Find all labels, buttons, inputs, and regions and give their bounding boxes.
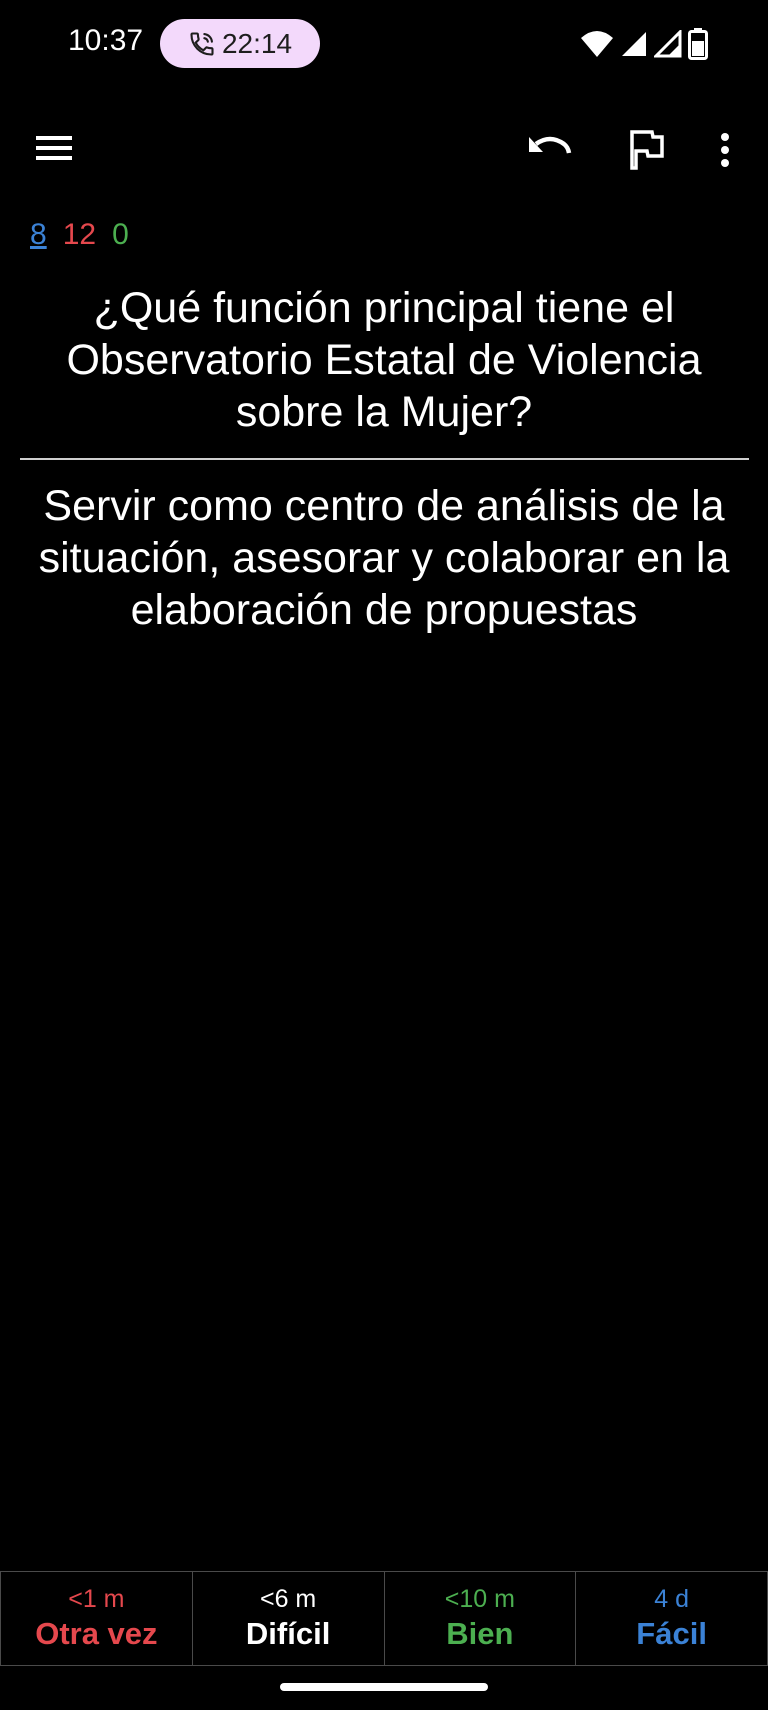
good-button[interactable]: <10 m Bien [383, 1572, 576, 1665]
toolbar [0, 110, 768, 186]
good-interval: <10 m [444, 1584, 515, 1613]
ongoing-call-chip[interactable]: 22:14 [160, 19, 320, 68]
signal-icon [622, 32, 646, 56]
signal-icon [654, 30, 682, 58]
again-interval: <1 m [68, 1584, 125, 1613]
hard-button[interactable]: <6 m Difícil [191, 1572, 384, 1665]
card-answer: Servir como centro de análisis de la sit… [38, 482, 730, 634]
card-counts: 8 12 0 [30, 218, 129, 252]
status-icons [580, 28, 708, 60]
menu-icon [36, 136, 72, 160]
battery-icon [688, 28, 708, 60]
review-count: 0 [112, 218, 129, 251]
question-answer-divider [20, 458, 749, 460]
easy-interval: 4 d [654, 1584, 689, 1613]
undo-button[interactable] [524, 126, 574, 170]
learning-count: 12 [62, 218, 97, 251]
status-bar: 10:37 22:14 [0, 0, 768, 90]
answer-buttons-bar: <1 m Otra vez <6 m Difícil <10 m Bien 4 … [0, 1571, 768, 1666]
again-label: Otra vez [35, 1615, 158, 1651]
screen: 10:37 22:14 8 12 0 ¿Qué función principa… [0, 0, 768, 1710]
status-time: 10:37 [68, 24, 144, 57]
wifi-icon [581, 31, 613, 57]
phone-call-icon [190, 31, 214, 56]
again-button[interactable]: <1 m Otra vez [0, 1572, 192, 1665]
new-count: 8 [30, 218, 47, 251]
card-question: ¿Qué función principal tiene el Observat… [66, 284, 702, 436]
undo-icon [529, 136, 572, 154]
hard-interval: <6 m [259, 1584, 317, 1613]
menu-button[interactable] [30, 128, 78, 168]
flag-button[interactable] [622, 126, 670, 174]
flag-icon [630, 130, 664, 170]
more-vert-icon [721, 133, 729, 167]
good-label: Bien [446, 1615, 514, 1651]
more-options-button[interactable] [710, 126, 740, 174]
home-indicator[interactable] [280, 1683, 488, 1691]
easy-button[interactable]: 4 d Fácil [575, 1572, 768, 1665]
call-timer: 22:14 [221, 27, 293, 59]
hard-label: Difícil [245, 1615, 331, 1651]
easy-label: Fácil [636, 1615, 707, 1651]
